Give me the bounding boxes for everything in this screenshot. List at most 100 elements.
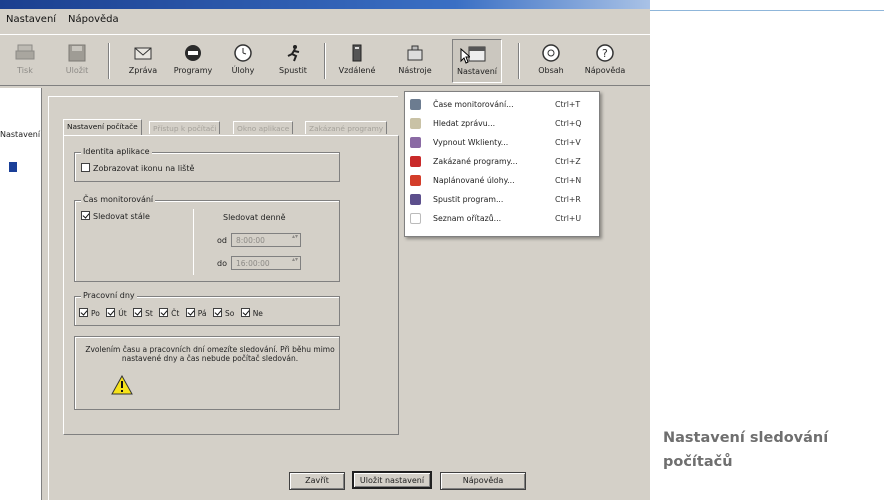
- menu-item[interactable]: Zakázané programy... Ctrl+Z: [405, 153, 599, 171]
- run-button[interactable]: Spustit: [268, 39, 318, 83]
- caption-line-1: Nastavení sledování: [663, 430, 829, 446]
- run-icon: [287, 45, 300, 62]
- menu-item-label: Zakázané programy...: [433, 157, 518, 166]
- tasks-button[interactable]: Úlohy: [218, 39, 268, 83]
- svg-text:?: ?: [602, 47, 608, 60]
- menu-item-shortcut: Ctrl+T: [555, 100, 581, 109]
- caption-rule: [650, 10, 884, 11]
- save-icon: [68, 44, 86, 62]
- day-checkbox-so[interactable]: So: [212, 308, 234, 318]
- save-button[interactable]: Uložit: [52, 39, 102, 83]
- menu-item-shortcut: Ctrl+Z: [555, 157, 581, 166]
- save-settings-button[interactable]: Uložit nastavení: [352, 471, 432, 489]
- group-title: Pracovní dny: [81, 291, 137, 300]
- menu-item-label: Čase monitorování...: [433, 100, 514, 109]
- checkbox-box: [212, 308, 222, 317]
- remote-button[interactable]: Vzdálené: [332, 39, 382, 83]
- list-icon: [410, 213, 421, 224]
- menu-item[interactable]: Čase monitorování... Ctrl+T: [405, 96, 599, 114]
- day-checkboxes: Po Út St Čt Pá So Ne: [79, 308, 267, 318]
- menu-napoveda[interactable]: Nápověda: [68, 14, 119, 25]
- day-checkbox-po[interactable]: Po: [79, 308, 100, 318]
- menu-item[interactable]: Hledat zprávu... Ctrl+Q: [405, 115, 599, 133]
- help-contents-icon: [542, 44, 560, 62]
- stop-icon: [410, 156, 421, 167]
- mouse-cursor-icon: [460, 48, 470, 64]
- daily-monitoring-label: Sledovat denně: [223, 213, 286, 222]
- tab-computer-settings[interactable]: Nastavení počítače: [63, 119, 142, 135]
- application-window: Nastavení Nápověda Tisk Uložit Zpráva Pr…: [0, 0, 650, 500]
- tools-icon: [407, 45, 423, 61]
- menu-item-label: Vypnout Wklienty...: [433, 138, 509, 147]
- settings-dialog: Nastavení počítače Přístup k počítači Ok…: [48, 96, 399, 500]
- checkbox-box: [79, 308, 88, 317]
- group-divider: [193, 209, 194, 275]
- monitor-always-checkbox[interactable]: Sledovat stále: [81, 211, 150, 221]
- tree-node-icon: [9, 162, 17, 172]
- checkbox-box: [133, 308, 143, 317]
- checkbox-box: [159, 308, 169, 317]
- print-button[interactable]: Tisk: [0, 39, 50, 83]
- tab-blocked-programs[interactable]: Zakázané programy: [305, 121, 388, 134]
- menu-item[interactable]: Naplánované úlohy... Ctrl+N: [405, 172, 599, 190]
- menu-item-shortcut: Ctrl+N: [555, 176, 582, 185]
- day-checkbox-st[interactable]: St: [133, 308, 153, 318]
- toolbar-separator: [324, 43, 326, 79]
- tab-app-window[interactable]: Okno aplikace: [233, 121, 294, 134]
- menu-nastaveni[interactable]: Nastavení: [6, 14, 56, 25]
- group-title: Čas monitorování: [81, 195, 156, 204]
- checkbox-box: [240, 308, 250, 317]
- contents-button[interactable]: Obsah: [526, 39, 576, 83]
- group-work-days: Pracovní dny Po Út St Čt Pá So Ne: [74, 291, 340, 326]
- warning-icon: [111, 375, 133, 395]
- group-app-identity: Identita aplikace Zobrazovat ikonu na li…: [74, 147, 340, 182]
- menu-item-label: Hledat zprávu...: [433, 119, 496, 128]
- menu-item-label: Spustit program...: [433, 195, 504, 204]
- menu-item[interactable]: Seznam ořítazů... Ctrl+U: [405, 210, 599, 228]
- menu-item[interactable]: Spustit program... Ctrl+R: [405, 191, 599, 209]
- checkbox-box: [81, 163, 90, 172]
- tools-button[interactable]: Nástroje: [390, 39, 440, 83]
- menu-item[interactable]: Vypnout Wklienty... Ctrl+V: [405, 134, 599, 152]
- toolbar: Tisk Uložit Zpráva Programy Úlohy Spusti…: [0, 34, 650, 86]
- menu-bar: Nastavení Nápověda: [0, 11, 650, 29]
- printer-icon: [15, 44, 35, 60]
- help-button[interactable]: ? Nápověda: [580, 39, 630, 83]
- toolbar-separator: [108, 43, 110, 79]
- dialog-help-button[interactable]: Nápověda: [440, 472, 526, 490]
- help-icon: ?: [596, 44, 614, 62]
- menu-item-shortcut: Ctrl+U: [555, 214, 582, 223]
- clock-icon: [234, 44, 252, 62]
- mail-icon: [134, 47, 152, 60]
- group-title: Identita aplikace: [81, 147, 152, 156]
- run-icon: [410, 194, 421, 205]
- left-tree-panel: Nastavení: [0, 88, 42, 500]
- close-button[interactable]: Zavřít: [289, 472, 345, 490]
- to-time-input[interactable]: 16:00:00: [231, 256, 301, 270]
- tab-computer-access[interactable]: Přístup k počítači: [149, 121, 221, 134]
- checkbox-box: [81, 211, 90, 220]
- menu-item-shortcut: Ctrl+Q: [555, 119, 582, 128]
- search-message-icon: [410, 118, 421, 129]
- menu-item-shortcut: Ctrl+V: [555, 138, 581, 147]
- checkbox-box: [185, 308, 195, 317]
- day-checkbox-pa[interactable]: Pá: [185, 308, 207, 318]
- group-warning: Zvolením času a pracovních dní omezíte s…: [74, 336, 340, 410]
- power-icon: [410, 137, 421, 148]
- tree-item-label[interactable]: Nastavení: [0, 130, 40, 139]
- day-checkbox-ne[interactable]: Ne: [240, 308, 263, 318]
- figure-caption: Nastavení sledování počítačů: [663, 426, 873, 474]
- day-checkbox-ut[interactable]: Út: [106, 308, 127, 318]
- programs-button[interactable]: Programy: [168, 39, 218, 83]
- menu-item-shortcut: Ctrl+R: [555, 195, 581, 204]
- from-label: od: [217, 236, 227, 245]
- tab-panel: Identita aplikace Zobrazovat ikonu na li…: [63, 135, 399, 435]
- show-tray-icon-checkbox[interactable]: Zobrazovat ikonu na liště: [81, 163, 194, 173]
- from-time-input[interactable]: 8:00:00: [231, 233, 301, 247]
- day-checkbox-ct[interactable]: Čt: [159, 308, 179, 318]
- clock-icon: [410, 99, 421, 110]
- checkbox-box: [106, 308, 116, 317]
- message-button[interactable]: Zpráva: [118, 39, 168, 83]
- clock-red-icon: [410, 175, 421, 186]
- menu-item-label: Seznam ořítazů...: [433, 214, 502, 223]
